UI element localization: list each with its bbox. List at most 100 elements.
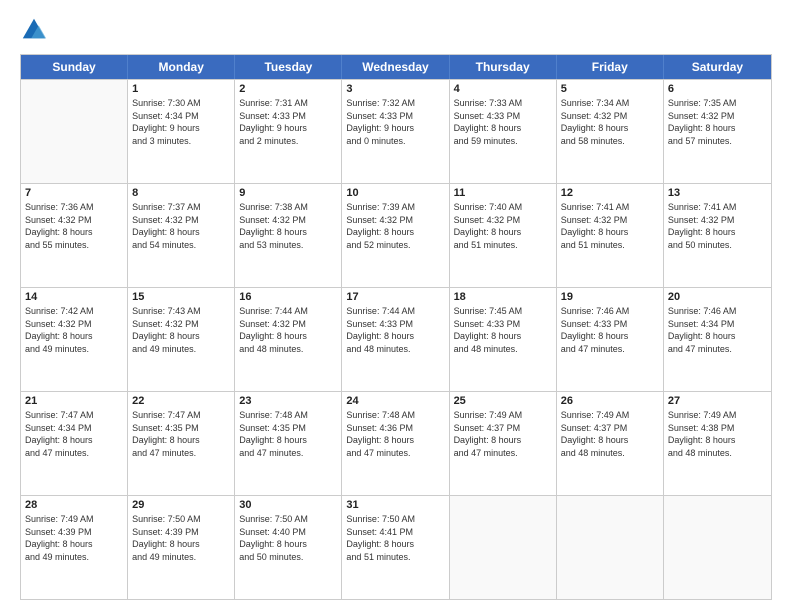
day-cell-27: 27 Sunrise: 7:49 AMSunset: 4:38 PMDayligh… [664, 392, 771, 495]
day-number: 4 [454, 83, 552, 95]
day-number: 19 [561, 291, 659, 303]
day-info: Sunrise: 7:34 AMSunset: 4:32 PMDaylight:… [561, 97, 659, 147]
day-cell-9: 9 Sunrise: 7:38 AMSunset: 4:32 PMDaylight… [235, 184, 342, 287]
day-number: 21 [25, 395, 123, 407]
header [20, 16, 772, 44]
empty-cell [450, 496, 557, 599]
day-info: Sunrise: 7:32 AMSunset: 4:33 PMDaylight:… [346, 97, 444, 147]
day-number: 6 [668, 83, 767, 95]
day-cell-30: 30Sunrise: 7:50 AMSunset: 4:40 PMDayligh… [235, 496, 342, 599]
day-info: Sunrise: 7:44 AMSunset: 4:33 PMDaylight:… [346, 305, 444, 355]
day-number: 5 [561, 83, 659, 95]
empty-cell [664, 496, 771, 599]
day-info: Sunrise: 7:47 AMSunset: 4:34 PMDaylight:… [25, 409, 123, 459]
day-info: Sunrise: 7:50 AMSunset: 4:41 PMDaylight:… [346, 513, 444, 563]
day-info: Sunrise: 7:44 AMSunset: 4:32 PMDaylight:… [239, 305, 337, 355]
day-info: Sunrise: 7:39 AMSunset: 4:32 PMDaylight:… [346, 201, 444, 251]
day-info: Sunrise: 7:41 AMSunset: 4:32 PMDaylight:… [668, 201, 767, 251]
day-info: Sunrise: 7:43 AMSunset: 4:32 PMDaylight:… [132, 305, 230, 355]
day-number: 11 [454, 187, 552, 199]
day-info: Sunrise: 7:31 AMSunset: 4:33 PMDaylight:… [239, 97, 337, 147]
day-number: 26 [561, 395, 659, 407]
day-info: Sunrise: 7:33 AMSunset: 4:33 PMDaylight:… [454, 97, 552, 147]
day-cell-8: 8Sunrise: 7:37 AMSunset: 4:32 PMDaylight… [128, 184, 235, 287]
day-number: 13 [668, 187, 767, 199]
header-day-saturday: Saturday [664, 55, 771, 79]
day-info: Sunrise: 7:45 AMSunset: 4:33 PMDaylight:… [454, 305, 552, 355]
day-cell-28: 28Sunrise: 7:49 AMSunset: 4:39 PMDayligh… [21, 496, 128, 599]
day-number: 10 [346, 187, 444, 199]
day-number: 22 [132, 395, 230, 407]
page: SundayMondayTuesdayWednesdayThursdayFrid… [0, 0, 792, 612]
day-cell-21: 21 Sunrise: 7:47 AMSunset: 4:34 PMDayligh… [21, 392, 128, 495]
header-day-friday: Friday [557, 55, 664, 79]
day-info: Sunrise: 7:35 AMSunset: 4:32 PMDaylight:… [668, 97, 767, 147]
day-number: 18 [454, 291, 552, 303]
day-info: Sunrise: 7:49 AMSunset: 4:37 PMDaylight:… [561, 409, 659, 459]
header-day-tuesday: Tuesday [235, 55, 342, 79]
day-cell-18: 18 Sunrise: 7:45 AMSunset: 4:33 PMDayligh… [450, 288, 557, 391]
day-cell-1: 1 Sunrise: 7:30 AMSunset: 4:34 PMDaylight… [128, 80, 235, 183]
day-cell-5: 5 Sunrise: 7:34 AMSunset: 4:32 PMDaylight… [557, 80, 664, 183]
empty-cell [557, 496, 664, 599]
day-cell-26: 26 Sunrise: 7:49 AMSunset: 4:37 PMDayligh… [557, 392, 664, 495]
header-day-wednesday: Wednesday [342, 55, 449, 79]
empty-cell [21, 80, 128, 183]
day-info: Sunrise: 7:30 AMSunset: 4:34 PMDaylight:… [132, 97, 230, 147]
day-number: 29 [132, 499, 230, 511]
day-number: 3 [346, 83, 444, 95]
day-number: 24 [346, 395, 444, 407]
day-info: Sunrise: 7:47 AMSunset: 4:35 PMDaylight:… [132, 409, 230, 459]
day-cell-29: 29Sunrise: 7:50 AMSunset: 4:39 PMDayligh… [128, 496, 235, 599]
day-number: 16 [239, 291, 337, 303]
day-cell-16: 16 Sunrise: 7:44 AMSunset: 4:32 PMDayligh… [235, 288, 342, 391]
day-number: 1 [132, 83, 230, 95]
day-cell-6: 6 Sunrise: 7:35 AMSunset: 4:32 PMDaylight… [664, 80, 771, 183]
week-row-1: 1 Sunrise: 7:30 AMSunset: 4:34 PMDaylight… [21, 79, 771, 183]
week-row-3: 14 Sunrise: 7:42 AMSunset: 4:32 PMDayligh… [21, 287, 771, 391]
day-number: 31 [346, 499, 444, 511]
week-row-4: 21 Sunrise: 7:47 AMSunset: 4:34 PMDayligh… [21, 391, 771, 495]
day-info: Sunrise: 7:46 AMSunset: 4:33 PMDaylight:… [561, 305, 659, 355]
day-number: 14 [25, 291, 123, 303]
day-info: Sunrise: 7:46 AMSunset: 4:34 PMDaylight:… [668, 305, 767, 355]
day-info: Sunrise: 7:49 AMSunset: 4:38 PMDaylight:… [668, 409, 767, 459]
week-row-2: 7 Sunrise: 7:36 AMSunset: 4:32 PMDaylight… [21, 183, 771, 287]
day-number: 9 [239, 187, 337, 199]
day-info: Sunrise: 7:36 AMSunset: 4:32 PMDaylight:… [25, 201, 123, 251]
day-info: Sunrise: 7:48 AMSunset: 4:36 PMDaylight:… [346, 409, 444, 459]
day-cell-23: 23 Sunrise: 7:48 AMSunset: 4:35 PMDayligh… [235, 392, 342, 495]
day-info: Sunrise: 7:48 AMSunset: 4:35 PMDaylight:… [239, 409, 337, 459]
day-cell-20: 20 Sunrise: 7:46 AMSunset: 4:34 PMDayligh… [664, 288, 771, 391]
logo-icon [20, 16, 48, 44]
week-row-5: 28Sunrise: 7:49 AMSunset: 4:39 PMDayligh… [21, 495, 771, 599]
day-number: 30 [239, 499, 337, 511]
day-number: 2 [239, 83, 337, 95]
day-number: 23 [239, 395, 337, 407]
calendar-header: SundayMondayTuesdayWednesdayThursdayFrid… [21, 55, 771, 79]
day-cell-2: 2 Sunrise: 7:31 AMSunset: 4:33 PMDaylight… [235, 80, 342, 183]
day-info: Sunrise: 7:49 AMSunset: 4:37 PMDaylight:… [454, 409, 552, 459]
day-number: 27 [668, 395, 767, 407]
day-cell-3: 3 Sunrise: 7:32 AMSunset: 4:33 PMDaylight… [342, 80, 449, 183]
day-cell-19: 19 Sunrise: 7:46 AMSunset: 4:33 PMDayligh… [557, 288, 664, 391]
day-cell-25: 25Sunrise: 7:49 AMSunset: 4:37 PMDayligh… [450, 392, 557, 495]
day-number: 28 [25, 499, 123, 511]
day-info: Sunrise: 7:38 AMSunset: 4:32 PMDaylight:… [239, 201, 337, 251]
logo [20, 16, 52, 44]
day-number: 20 [668, 291, 767, 303]
day-number: 17 [346, 291, 444, 303]
day-info: Sunrise: 7:42 AMSunset: 4:32 PMDaylight:… [25, 305, 123, 355]
day-cell-22: 22 Sunrise: 7:47 AMSunset: 4:35 PMDayligh… [128, 392, 235, 495]
calendar: SundayMondayTuesdayWednesdayThursdayFrid… [20, 54, 772, 600]
day-info: Sunrise: 7:37 AMSunset: 4:32 PMDaylight:… [132, 201, 230, 251]
header-day-thursday: Thursday [450, 55, 557, 79]
day-cell-11: 11 Sunrise: 7:40 AMSunset: 4:32 PMDayligh… [450, 184, 557, 287]
day-cell-10: 10 Sunrise: 7:39 AMSunset: 4:32 PMDayligh… [342, 184, 449, 287]
day-cell-7: 7 Sunrise: 7:36 AMSunset: 4:32 PMDaylight… [21, 184, 128, 287]
day-number: 7 [25, 187, 123, 199]
day-cell-14: 14 Sunrise: 7:42 AMSunset: 4:32 PMDayligh… [21, 288, 128, 391]
day-cell-15: 15Sunrise: 7:43 AMSunset: 4:32 PMDayligh… [128, 288, 235, 391]
day-cell-31: 31 Sunrise: 7:50 AMSunset: 4:41 PMDayligh… [342, 496, 449, 599]
day-info: Sunrise: 7:40 AMSunset: 4:32 PMDaylight:… [454, 201, 552, 251]
